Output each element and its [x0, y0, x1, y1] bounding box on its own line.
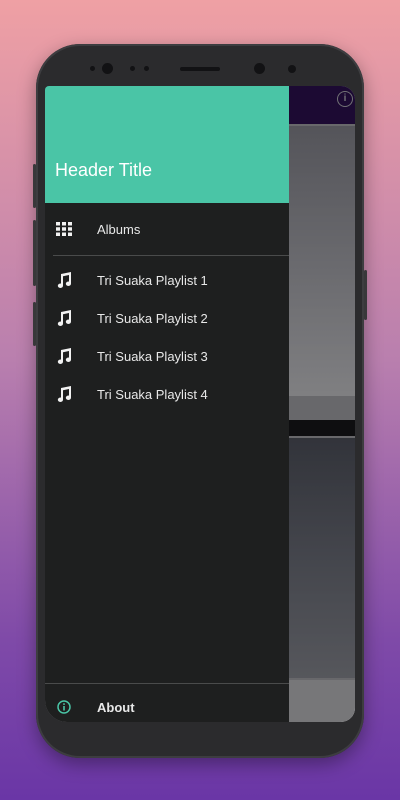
menu-item-label: Tri Suaka Playlist 3 [97, 348, 208, 364]
divider [53, 255, 289, 256]
menu-item-label: Tri Suaka Playlist 2 [97, 310, 208, 326]
sensor-dot [288, 65, 296, 73]
sensor-camera [254, 63, 265, 74]
menu-item-about[interactable]: About [45, 688, 289, 722]
divider [45, 683, 289, 684]
grid-icon [55, 220, 73, 238]
sensor-dot [90, 66, 95, 71]
drawer-header: Header Title [45, 86, 289, 203]
screen: i Header Title Albums Tri Suaka Playlist… [45, 86, 355, 722]
menu-item-playlist-2[interactable]: Tri Suaka Playlist 2 [45, 299, 289, 337]
menu-item-albums[interactable]: Albums [45, 210, 289, 248]
menu-item-label: Albums [97, 221, 141, 237]
navigation-drawer: Header Title Albums Tri Suaka Playlist 1… [45, 86, 289, 722]
menu-item-label: Tri Suaka Playlist 4 [97, 386, 208, 402]
menu-item-playlist-4[interactable]: Tri Suaka Playlist 4 [45, 375, 289, 413]
music-note-icon [55, 271, 73, 289]
volume-button [33, 220, 36, 286]
volume-button [33, 302, 36, 346]
phone-frame: i Header Title Albums Tri Suaka Playlist… [33, 44, 367, 758]
music-note-icon [55, 385, 73, 403]
power-button [33, 164, 36, 208]
music-note-icon [55, 347, 73, 365]
side-key [364, 270, 367, 320]
music-note-icon [55, 309, 73, 327]
sensor-dot [144, 66, 149, 71]
info-icon [55, 698, 73, 716]
header-title: Header Title [55, 160, 153, 180]
menu-item-label: About [97, 699, 135, 715]
menu-item-playlist-1[interactable]: Tri Suaka Playlist 1 [45, 261, 289, 299]
front-camera [102, 63, 113, 74]
sensor-dot [130, 66, 135, 71]
earpiece-speaker [180, 67, 220, 71]
menu-item-label: Tri Suaka Playlist 1 [97, 272, 208, 288]
menu-item-playlist-3[interactable]: Tri Suaka Playlist 3 [45, 337, 289, 375]
